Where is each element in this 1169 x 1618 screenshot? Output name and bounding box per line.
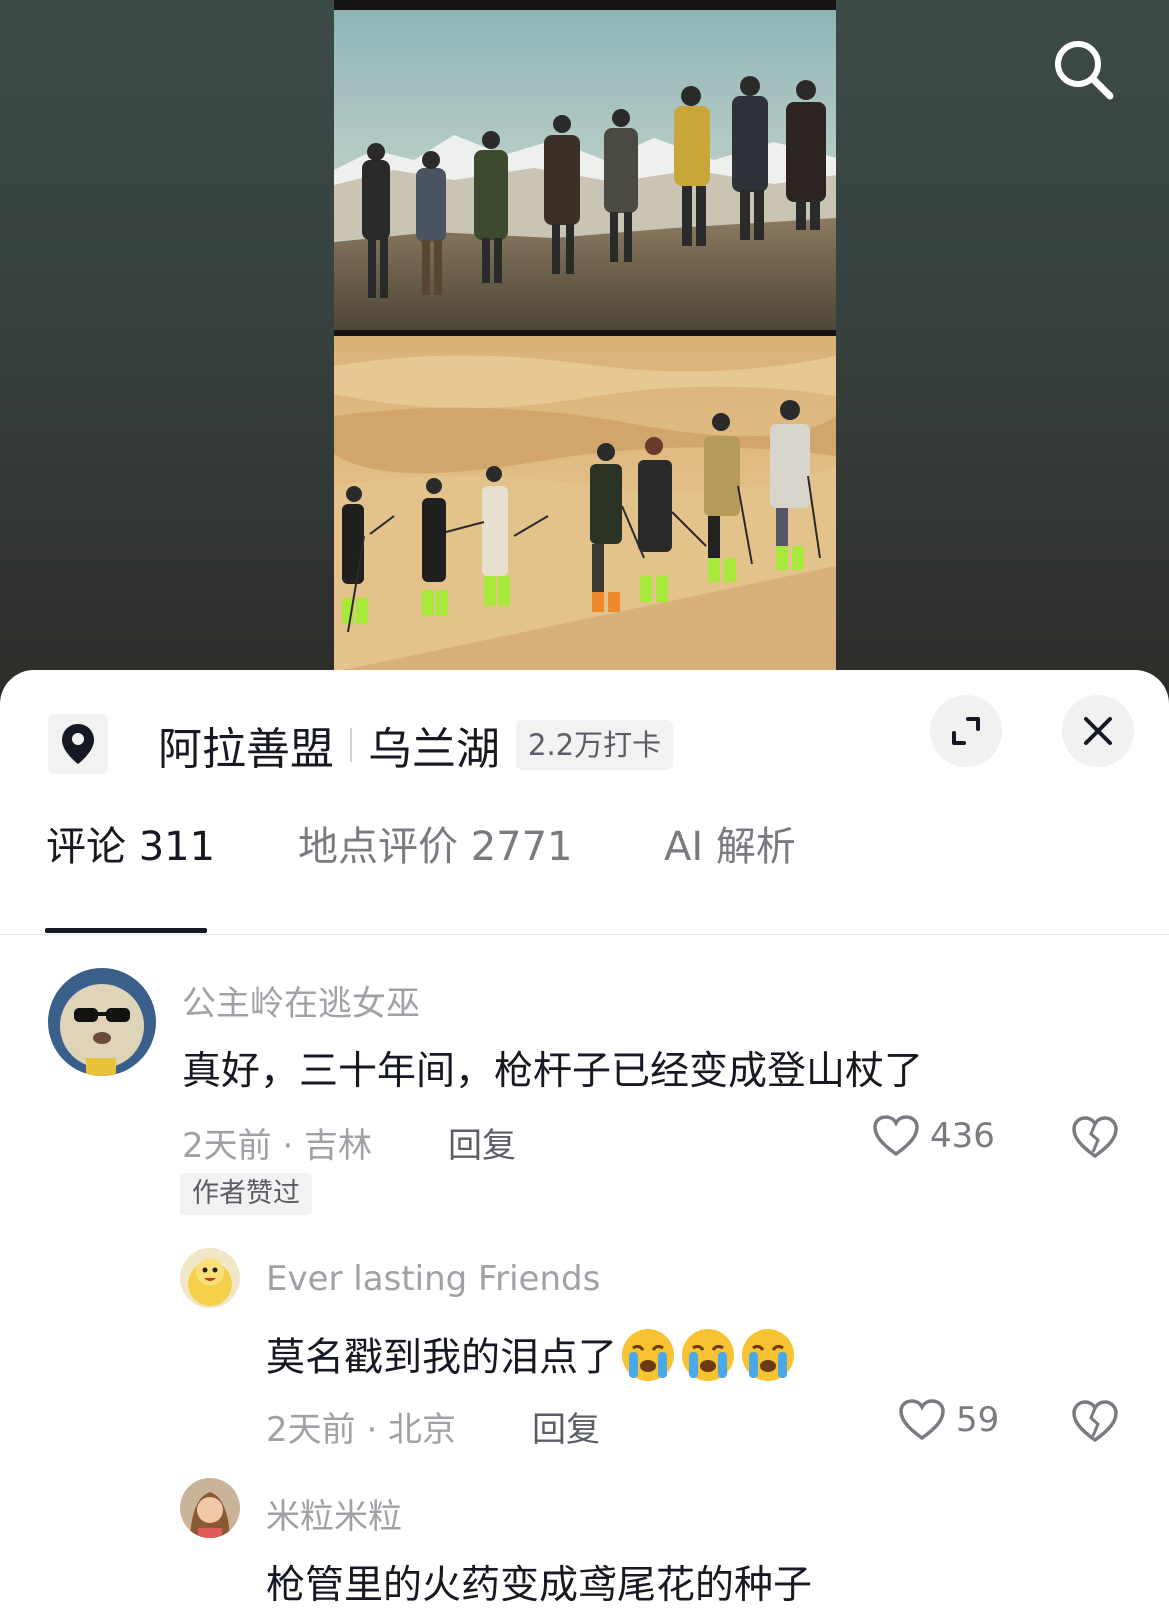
location-separator [350,728,352,762]
active-tab-indicator [45,928,207,933]
search-icon [1055,41,1114,100]
avatar[interactable] [180,1248,240,1308]
dislike-button[interactable] [1070,1396,1120,1446]
tabs-divider [0,934,1169,935]
reply-button[interactable]: 回复 [532,1402,600,1451]
checkin-count-badge: 2.2万打卡 [516,720,674,770]
author-liked-badge: 作者赞过 [180,1173,312,1215]
avatar[interactable] [180,1478,240,1538]
reply-username[interactable]: 米粒米粒 [266,1489,402,1538]
avatar[interactable] [48,968,156,1076]
broken-heart-icon [1072,1400,1118,1443]
video-still-mountain-group [334,10,836,330]
reply-text-content: 莫名戳到我的泪点了 [266,1335,618,1381]
heart-icon [873,1115,919,1157]
like-count: 59 [956,1400,1000,1440]
reply-button[interactable]: 回复 [448,1118,516,1167]
tab-place-reviews[interactable]: 地点评价 2771 [298,822,573,934]
close-button[interactable] [1062,695,1134,767]
dislike-button[interactable] [1070,1112,1120,1162]
close-icon [1084,717,1112,745]
reply-text: 枪管里的火药变成鸢尾花的种子 [266,1563,813,1608]
like-count: 436 [930,1116,995,1156]
comment-username[interactable]: 公主岭在逃女巫 [182,976,420,1025]
loudly-crying-face-icon [679,1326,737,1394]
tab-bar: 评论 311 地点评价 2771 AI 解析 [0,822,1169,934]
expand-icon [952,717,980,745]
tab-ai-analysis[interactable]: AI 解析 [664,822,796,934]
comment-text: 真好，三十年间，枪杆子已经变成登山杖了 [182,1049,924,1094]
broken-heart-icon [1072,1116,1118,1159]
loudly-crying-face-icon [739,1326,797,1394]
expand-button[interactable] [930,695,1002,767]
comment-meta: 2天前 · 吉林 [182,1126,373,1166]
location-title[interactable]: 阿拉善盟 乌兰湖 2.2万打卡 [158,718,674,775]
tab-comments[interactable]: 评论 311 [46,822,215,934]
location-pin-icon [48,714,108,774]
like-button[interactable]: 436 [872,1114,995,1158]
search-button[interactable] [1048,34,1120,106]
location-region: 阿拉善盟 [158,724,334,775]
loudly-crying-face-icon [619,1326,677,1394]
video-background[interactable] [0,0,1169,700]
video-frame[interactable] [334,0,836,672]
like-button[interactable]: 59 [898,1398,999,1442]
reply-meta: 2天前 · 北京 [266,1410,457,1450]
comment-page: 阿拉善盟 乌兰湖 2.2万打卡 评论 311 地点评价 2771 AI 解析 公… [0,0,1169,1618]
video-still-desert-group [334,336,836,672]
reply-text: 莫名戳到我的泪点了 [266,1326,797,1394]
location-place: 乌兰湖 [368,724,500,775]
heart-icon [899,1399,945,1441]
reply-username[interactable]: Ever lasting Friends [266,1259,600,1299]
